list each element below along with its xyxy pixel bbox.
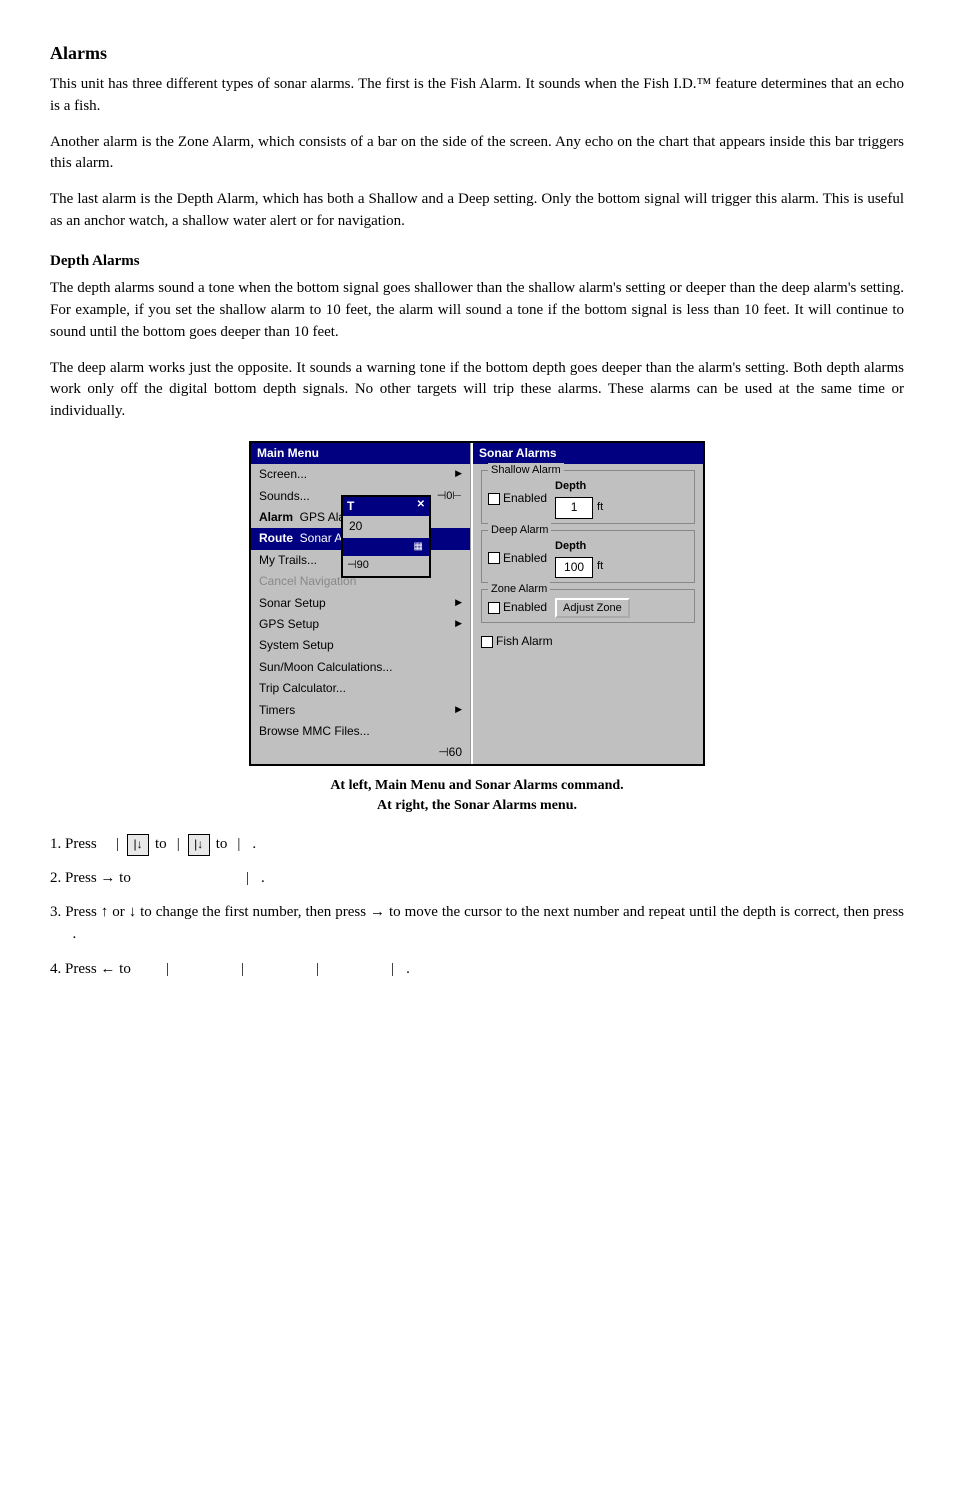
shallow-depth-col: Depth 1 ft (555, 479, 603, 518)
deep-enabled-check[interactable]: Enabled (488, 550, 547, 567)
deep-enabled-label: Enabled (503, 550, 547, 567)
figure-area: Main Menu Screen... Sounds... ⊣0⊢ Alarm … (50, 441, 904, 816)
zone-enabled-check[interactable]: Enabled (488, 599, 547, 616)
deep-alarm-section: Deep Alarm Enabled Depth 100 ft (481, 530, 695, 583)
main-menu-title: Main Menu (251, 443, 470, 464)
menus-row: Main Menu Screen... Sounds... ⊣0⊢ Alarm … (249, 441, 705, 766)
step-1-to1: to (155, 834, 167, 856)
shallow-checkbox[interactable] (488, 493, 500, 505)
deep-depth-label: Depth (555, 539, 586, 555)
fish-enabled-check[interactable]: Fish Alarm (481, 633, 695, 650)
shallow-alarm-label: Shallow Alarm (488, 463, 564, 479)
step-4-num: 4. Press ← to (50, 959, 160, 981)
deep-alarm-label: Deep Alarm (488, 523, 551, 539)
step-2-num: 2. Press → to (50, 868, 160, 890)
deep-checkbox[interactable] (488, 552, 500, 564)
menu-item-system-setup[interactable]: System Setup (251, 635, 470, 656)
depth-alarms-subtitle: Depth Alarms (50, 251, 904, 273)
shallow-enabled-col: Enabled (488, 490, 547, 507)
paragraph-4: The depth alarms sound a tone when the b… (50, 278, 904, 343)
step-1-to2: to (216, 834, 228, 856)
deep-alarm-row: Enabled Depth 100 ft (488, 539, 688, 578)
menu-item-sunmoon[interactable]: Sun/Moon Calculations... (251, 657, 470, 678)
zone-alarm-section: Zone Alarm Enabled Adjust Zone (481, 589, 695, 623)
step-1-key1: |↓ (127, 834, 149, 855)
step-2-line: 2. Press → to | . (50, 868, 904, 890)
shallow-depth-input[interactable]: 1 (555, 497, 593, 518)
fish-alarm-section: Fish Alarm (473, 629, 703, 658)
figure-caption: At left, Main Menu and Sonar Alarms comm… (330, 776, 623, 817)
menu-item-browse-mmc[interactable]: Browse MMC Files... (251, 721, 470, 742)
adjust-zone-button[interactable]: Adjust Zone (555, 598, 630, 618)
step-1-line: 1. Press | |↓ to | |↓ to | . (50, 834, 904, 856)
figure-caption-line1: At left, Main Menu and Sonar Alarms comm… (330, 778, 623, 793)
shallow-alarm-section: Shallow Alarm Enabled Depth 1 ft (481, 470, 695, 523)
deep-depth-col: Depth 100 ft (555, 539, 603, 578)
zone-enabled-label: Enabled (503, 599, 547, 616)
overlay-item-20[interactable]: 20 (343, 516, 429, 537)
deep-depth-input[interactable]: 100 (555, 557, 593, 578)
steps-area: 1. Press | |↓ to | |↓ to | . 2. Press → … (50, 834, 904, 981)
overlay-item-sel[interactable]: ▦ (343, 538, 429, 557)
menu-item-gps-setup[interactable]: GPS Setup (251, 614, 470, 635)
deep-enabled-col: Enabled (488, 550, 547, 567)
paragraph-5: The deep alarm works just the opposite. … (50, 358, 904, 423)
main-menu-panel: Main Menu Screen... Sounds... ⊣0⊢ Alarm … (251, 443, 471, 764)
menu-item-timers[interactable]: Timers (251, 700, 470, 721)
figure-caption-line2: At right, the Sonar Alarms menu. (377, 798, 577, 813)
zone-alarm-row: Enabled Adjust Zone (488, 598, 688, 618)
shallow-enabled-check[interactable]: Enabled (488, 490, 547, 507)
shallow-enabled-label: Enabled (503, 490, 547, 507)
menu-item-sonar-setup[interactable]: Sonar Setup (251, 593, 470, 614)
menu-item-screen[interactable]: Screen... (251, 464, 470, 485)
shallow-depth-label: Depth (555, 479, 586, 495)
deep-unit: ft (597, 559, 603, 575)
overlay-title: T✕ (343, 497, 429, 516)
paragraph-3: The last alarm is the Depth Alarm, which… (50, 189, 904, 233)
sonar-alarms-panel: Sonar Alarms Shallow Alarm Enabled Depth (473, 443, 703, 764)
step-1-key2: |↓ (188, 834, 210, 855)
step-4-line: 4. Press ← to | | | | . (50, 959, 904, 981)
fish-checkbox[interactable] (481, 636, 493, 648)
zone-alarm-label: Zone Alarm (488, 582, 550, 598)
shallow-alarm-row: Enabled Depth 1 ft (488, 479, 688, 518)
step-1-num: 1. Press (50, 834, 110, 856)
menu-item-trip-calc[interactable]: Trip Calculator... (251, 678, 470, 699)
zone-checkbox[interactable] (488, 602, 500, 614)
fish-alarm-label: Fish Alarm (496, 633, 553, 650)
sonar-alarms-title: Sonar Alarms (473, 443, 703, 464)
step-3-paragraph: 3. Press ↑ or ↓ to change the first numb… (50, 902, 904, 946)
overlay-submenu: T✕ 20 ▦ ⊣90 (341, 495, 431, 578)
shallow-unit: ft (597, 500, 603, 516)
page-title: Alarms (50, 40, 904, 66)
paragraph-1: This unit has three different types of s… (50, 74, 904, 118)
paragraph-2: Another alarm is the Zone Alarm, which c… (50, 132, 904, 176)
